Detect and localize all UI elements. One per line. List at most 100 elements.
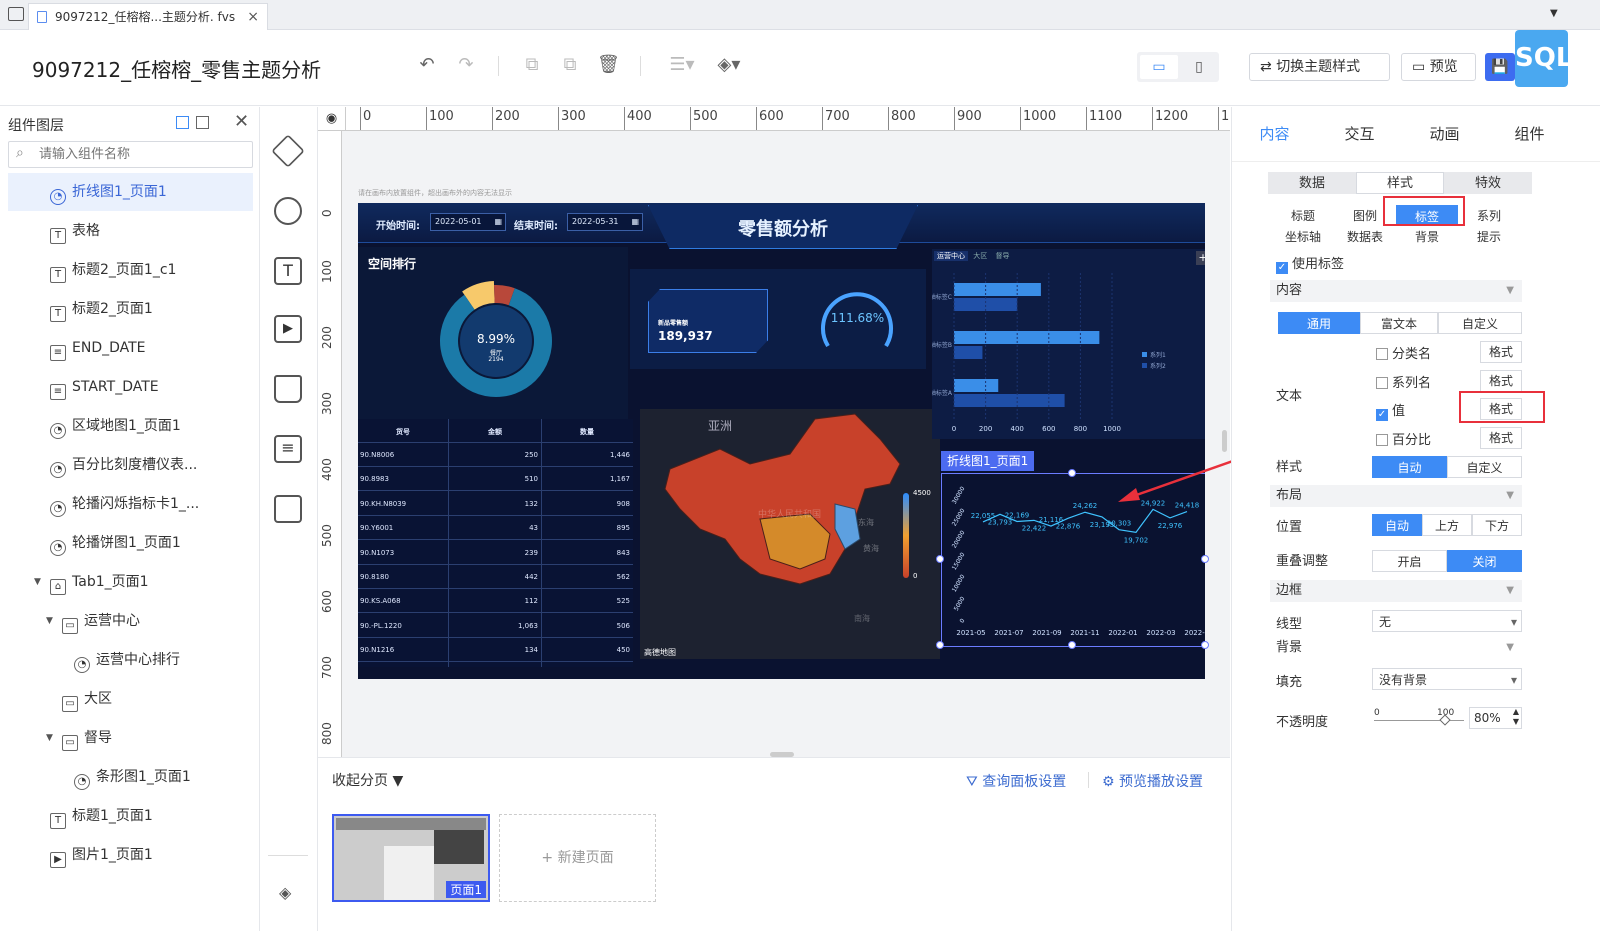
mode-richtext[interactable]: 富文本	[1360, 312, 1438, 334]
label-checkbox[interactable]: 分类名	[1376, 343, 1431, 362]
redo-icon[interactable]: ↷	[455, 54, 477, 76]
table-row[interactable]: 90.-PL.1220 1,063 506	[358, 614, 633, 638]
inbox-icon[interactable]	[274, 375, 302, 403]
layer-item[interactable]: ▶ 图片1_页面1	[8, 836, 253, 874]
style-tab-background[interactable]: 背景	[1396, 226, 1458, 248]
table-row[interactable]: 90.Y6001 43 895	[358, 516, 633, 541]
dashboard-canvas[interactable]: 零售额分析 开始时间: 2022-05-01 ▦ 结束时间: 2022-05-31…	[358, 203, 1205, 679]
page-thumbnail[interactable]: 页面1	[332, 814, 490, 902]
position-below[interactable]: 下方	[1472, 514, 1522, 536]
bar[interactable]	[954, 331, 1100, 344]
bar[interactable]	[954, 283, 1041, 296]
style-tab-datatable[interactable]: 数据表	[1334, 226, 1396, 248]
new-page-button[interactable]: + 新建页面	[499, 814, 656, 902]
layer-item[interactable]: T 表格	[8, 212, 253, 250]
bar[interactable]	[954, 394, 1065, 407]
archive-icon[interactable]	[274, 495, 302, 523]
table-row[interactable]: 90.N1216 134 450	[358, 638, 633, 663]
eye-icon[interactable]: ◉	[318, 107, 346, 131]
table-row[interactable]: 90.8983 510 1,167	[358, 467, 633, 492]
layout-toggle-icon[interactable]	[176, 116, 189, 129]
close-icon[interactable]: ✕	[234, 111, 249, 132]
line-chart-tag[interactable]: 折线图1_页面1	[941, 451, 1035, 471]
bar[interactable]	[954, 346, 983, 359]
tab-operation-center[interactable]: 运营中心	[934, 251, 968, 261]
layers-icon[interactable]: ◈	[279, 883, 291, 902]
layout-toggle-icon[interactable]	[196, 116, 209, 129]
stepper-icon[interactable]: ▲ ▼	[1513, 707, 1519, 727]
chevron-down-icon[interactable]: ▼	[1550, 8, 1558, 19]
section-content[interactable]: 内容 ▼	[1270, 280, 1522, 302]
app-menu-icon[interactable]	[8, 7, 24, 21]
position-above[interactable]: 上方	[1422, 514, 1472, 536]
table-row[interactable]: 90.KH.N8039 132 908	[358, 492, 633, 516]
expand-caret-icon[interactable]: ▼	[34, 563, 41, 601]
resize-handle[interactable]	[936, 641, 944, 649]
overlap-off[interactable]: 关闭	[1447, 550, 1522, 572]
start-date-field[interactable]: 2022-05-01 ▦	[430, 213, 506, 231]
tab-component[interactable]: 组件	[1487, 107, 1572, 161]
table-row[interactable]: 90.N1073 239 843	[358, 541, 633, 565]
subtab-data[interactable]: 数据	[1268, 172, 1356, 194]
layer-item[interactable]: ◔ 轮播闪烁指标卡1_...	[8, 485, 253, 523]
use-label-checkbox[interactable]: ✓ 使用标签	[1276, 253, 1344, 274]
resize-handle[interactable]	[936, 555, 944, 563]
expand-caret-icon[interactable]: ▼	[46, 719, 53, 757]
layer-item[interactable]: ▼ ▭ 运营中心	[8, 602, 253, 640]
tab-supervisor[interactable]: 督导	[992, 251, 1012, 261]
add-icon[interactable]: +	[1196, 251, 1205, 265]
preview-button[interactable]: ▭ 预览	[1401, 53, 1476, 81]
style-tab-title[interactable]: 标题	[1272, 205, 1334, 227]
undo-icon[interactable]: ↶	[416, 54, 438, 76]
video-icon[interactable]: ▶	[274, 315, 302, 343]
layer-item[interactable]: ◔ 条形图1_页面1	[8, 758, 253, 796]
mode-custom[interactable]: 自定义	[1438, 312, 1522, 334]
expand-caret-icon[interactable]: ▼	[46, 602, 53, 640]
resize-handle[interactable]	[1068, 641, 1076, 649]
opacity-input[interactable]: 80% ▲ ▼	[1469, 707, 1522, 729]
layer-item[interactable]: ◔ 区域地图1_页面1	[8, 407, 253, 445]
section-background[interactable]: 背景 ▼	[1270, 637, 1522, 659]
pie-chart-icon[interactable]	[274, 197, 302, 225]
resize-handle[interactable]	[1068, 469, 1076, 477]
paste-icon[interactable]: ⧉	[559, 54, 581, 76]
tab-animation[interactable]: 动画	[1402, 107, 1487, 161]
desktop-view-icon[interactable]: ▭	[1140, 55, 1178, 79]
play-settings-link[interactable]: ⚙ 预览播放设置	[1102, 771, 1203, 791]
align-icon[interactable]: ☰▾	[668, 54, 696, 76]
layer-search[interactable]: ⌕	[8, 141, 253, 168]
bar-chart[interactable]: 轴标签A轴标签B轴标签C0 200 400 600 800 1000系列1系列2	[932, 269, 1205, 439]
section-border[interactable]: 边框 ▼	[1270, 580, 1522, 602]
file-tab[interactable]: 9097212_任榕榕...主题分析. fvs ×	[28, 3, 268, 30]
label-checkbox[interactable]: 系列名	[1376, 372, 1431, 391]
table-row[interactable]: 90.8180 442 562	[358, 565, 633, 589]
cube-icon[interactable]	[271, 134, 305, 168]
layer-item[interactable]: ◔ 折线图1_页面1	[8, 173, 253, 211]
tab-interaction[interactable]: 交互	[1317, 107, 1402, 161]
overlap-on[interactable]: 开启	[1372, 550, 1447, 572]
layer-order-icon[interactable]: ◈▾	[715, 54, 743, 76]
layer-item[interactable]: ◔ 百分比刻度槽仪表...	[8, 446, 253, 484]
tab-content[interactable]: 内容	[1232, 107, 1317, 161]
resize-handle[interactable]	[1201, 555, 1209, 563]
sql-badge[interactable]: SQL	[1515, 30, 1572, 87]
bar[interactable]	[954, 379, 999, 392]
table-icon[interactable]: ≡	[274, 435, 302, 463]
style-tab-axis[interactable]: 坐标轴	[1272, 226, 1334, 248]
mobile-view-icon[interactable]: ▯	[1185, 55, 1213, 79]
calendar-icon[interactable]: ▦	[494, 214, 502, 230]
delete-icon[interactable]: 🗑	[597, 54, 620, 76]
query-settings-link[interactable]: ⛛ 查询面板设置	[966, 771, 1066, 791]
layer-item[interactable]: T 标题2_页面1	[8, 290, 253, 328]
label-checkbox[interactable]: 百分比	[1376, 429, 1431, 448]
layer-item[interactable]: ◔ 运营中心排行	[8, 641, 253, 679]
layer-item[interactable]: ▭ 大区	[8, 680, 253, 718]
close-icon[interactable]: ×	[247, 4, 259, 30]
format-button[interactable]: 格式	[1480, 369, 1522, 392]
collapse-pages-button[interactable]: 收起分页 ▼	[332, 770, 403, 790]
style-auto[interactable]: 自动	[1372, 456, 1447, 478]
style-tab-series[interactable]: 系列	[1458, 205, 1520, 227]
table-row[interactable]: 90.KS.A068 112 525	[358, 589, 633, 614]
layer-item[interactable]: ≡ START_DATE	[8, 368, 253, 406]
style-custom[interactable]: 自定义	[1447, 456, 1522, 478]
